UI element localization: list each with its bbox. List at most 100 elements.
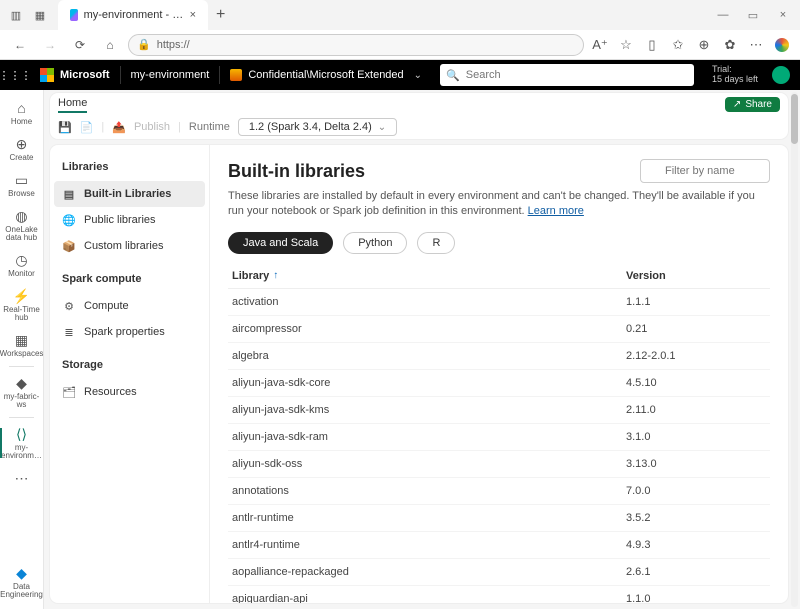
table-row[interactable]: aircompressor0.21 (228, 316, 770, 343)
pill-r[interactable]: R (417, 232, 455, 254)
nav-resources[interactable]: 🗂Resources (54, 379, 205, 405)
library-icon: ▤ (62, 187, 76, 201)
microsoft-logo[interactable]: Microsoft (30, 68, 120, 82)
cell-version: 3.1.0 (626, 431, 766, 443)
nav-compute[interactable]: ⚙Compute (54, 293, 205, 319)
rail-home[interactable]: ⌂Home (0, 96, 44, 130)
cell-version: 3.13.0 (626, 458, 766, 470)
url-box[interactable]: 🔒 https:// (128, 34, 584, 56)
global-search[interactable]: 🔍 (440, 64, 694, 86)
table-row[interactable]: apiguardian-api1.1.0 (228, 586, 770, 603)
cell-library: aliyun-java-sdk-ram (232, 431, 626, 443)
table-row[interactable]: aopalliance-repackaged2.6.1 (228, 559, 770, 586)
table-row[interactable]: antlr4-runtime4.9.3 (228, 532, 770, 559)
custom-icon: 📦 (62, 239, 76, 253)
window-close[interactable]: × (770, 2, 796, 28)
more-icon[interactable]: ⋯ (746, 35, 766, 55)
browser-tab[interactable]: my-environment - Synapse Data × (58, 0, 208, 30)
read-aloud-icon[interactable]: A⁺ (590, 35, 610, 55)
pill-python[interactable]: Python (343, 232, 407, 254)
ellipsis-icon: ⋯ (14, 470, 30, 486)
tab-close-icon[interactable]: × (190, 9, 196, 21)
libraries-table: Library ↑ Version activation1.1.1aircomp… (228, 264, 770, 603)
cell-library: algebra (232, 350, 626, 362)
window-minimize[interactable]: — (710, 2, 736, 28)
pill-java-scala[interactable]: Java and Scala (228, 232, 333, 254)
share-button[interactable]: ↗Share (725, 97, 780, 112)
share-icon: ↗ (733, 99, 741, 110)
trial-status[interactable]: Trial: 15 days left (702, 65, 768, 85)
extensions-icon[interactable]: ✿ (720, 35, 740, 55)
environment-icon: ⟨⟩ (14, 426, 30, 442)
data-engineering-icon: ◆ (14, 565, 30, 581)
compute-icon: ⚙ (62, 299, 76, 313)
tab-actions-icon[interactable]: ▥ (8, 7, 24, 23)
nav-builtin-libraries[interactable]: ▤Built-in Libraries (54, 181, 205, 207)
table-row[interactable]: algebra2.12-2.0.1 (228, 343, 770, 370)
filter-input[interactable] (640, 159, 770, 183)
col-header-version[interactable]: Version (626, 270, 766, 282)
sensitivity-picker[interactable]: Confidential\Microsoft Extended ⌄ (220, 69, 432, 81)
rail-monitor[interactable]: ◷Monitor (0, 248, 44, 282)
rail-more[interactable]: ⋯ (0, 466, 44, 492)
publish-icon: 📤 (112, 121, 126, 134)
cell-library: antlr4-runtime (232, 539, 626, 551)
rail-create[interactable]: ⊕Create (0, 132, 44, 166)
nav-custom-libraries[interactable]: 📦Custom libraries (54, 233, 205, 259)
table-row[interactable]: antlr-runtime3.5.2 (228, 505, 770, 532)
cell-version: 0.21 (626, 323, 766, 335)
avatar[interactable] (772, 66, 790, 84)
copilot-icon[interactable] (772, 35, 792, 55)
table-row[interactable]: aliyun-java-sdk-core4.5.10 (228, 370, 770, 397)
workspaces-tabs-icon[interactable]: ▦ (32, 7, 48, 23)
rail-my-environment[interactable]: ⟨⟩my-environm… (0, 422, 44, 464)
nav-spark-properties[interactable]: ≣Spark properties (54, 319, 205, 345)
window-maximize[interactable]: ▭ (740, 2, 766, 28)
cell-library: aliyun-java-sdk-kms (232, 404, 626, 416)
page-scrollbar[interactable] (791, 92, 798, 607)
learn-more-link[interactable]: Learn more (528, 205, 584, 217)
table-row[interactable]: annotations7.0.0 (228, 478, 770, 505)
cell-version: 1.1.0 (626, 593, 766, 603)
nav-public-libraries[interactable]: 🌐Public libraries (54, 207, 205, 233)
workspaces-icon: ▦ (14, 332, 30, 348)
nav-home[interactable]: ⌂ (98, 33, 122, 57)
table-row[interactable]: aliyun-java-sdk-ram3.1.0 (228, 424, 770, 451)
cell-library: antlr-runtime (232, 512, 626, 524)
rail-browse[interactable]: ▭Browse (0, 168, 44, 202)
app-launcher-icon[interactable]: ⋮⋮⋮ (0, 69, 30, 82)
col-header-library[interactable]: Library ↑ (232, 270, 626, 282)
nav-refresh[interactable]: ⟳ (68, 33, 92, 57)
tab-favicon (70, 9, 78, 21)
runtime-selector[interactable]: 1.2 (Spark 3.4, Delta 2.4) ⌄ (238, 118, 397, 136)
workspace-name[interactable]: my-environment (121, 69, 220, 81)
cell-version: 7.0.0 (626, 485, 766, 497)
collections-icon[interactable]: ⊕ (694, 35, 714, 55)
table-row[interactable]: aliyun-java-sdk-kms2.11.0 (228, 397, 770, 424)
split-screen-icon[interactable]: ▯ (642, 35, 662, 55)
rail-onelake[interactable]: ◍OneLake data hub (0, 204, 44, 246)
breadcrumb-home[interactable]: Home (58, 95, 87, 113)
rail-persona[interactable]: ◆Data Engineering (0, 561, 44, 603)
sensitivity-label: Confidential\Microsoft Extended (248, 69, 403, 81)
table-row[interactable]: aliyun-sdk-oss3.13.0 (228, 451, 770, 478)
resources-icon: 🗂 (62, 385, 76, 399)
sort-asc-icon: ↑ (273, 270, 278, 281)
favorites-bar-icon[interactable]: ✩ (668, 35, 688, 55)
favorite-icon[interactable]: ☆ (616, 35, 636, 55)
publish-button: Publish (134, 121, 170, 133)
monitor-icon: ◷ (14, 252, 30, 268)
rail-workspaces[interactable]: ▦Workspaces (0, 328, 44, 362)
page-scroll-thumb[interactable] (791, 94, 798, 144)
new-tab-button[interactable]: + (208, 6, 233, 24)
cell-version: 3.5.2 (626, 512, 766, 524)
workspace-item-icon: ◆ (14, 375, 30, 391)
table-row[interactable]: activation1.1.1 (228, 289, 770, 316)
global-search-input[interactable] (466, 69, 688, 81)
save-as-icon[interactable]: 📄 (80, 121, 94, 134)
suite-bar: ⋮⋮⋮ Microsoft my-environment Confidentia… (0, 60, 800, 90)
nav-back[interactable]: ← (8, 33, 32, 57)
rail-my-fabric-ws[interactable]: ◆my-fabric-ws (0, 371, 44, 413)
url-text: https:// (157, 39, 190, 51)
rail-realtime[interactable]: ⚡Real-Time hub (0, 284, 44, 326)
